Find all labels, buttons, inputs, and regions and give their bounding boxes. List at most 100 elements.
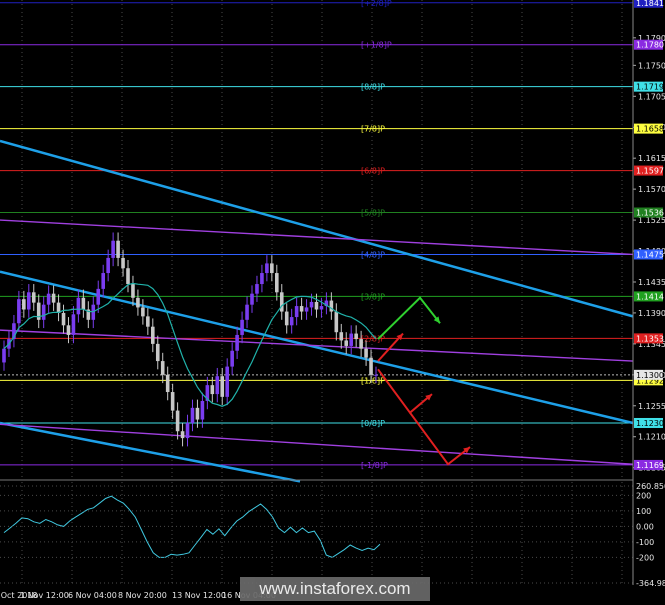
price-badge-text: 1.1841: [636, 0, 664, 8]
candle-body: [22, 299, 26, 310]
murray-level-label: [5/8]P: [361, 209, 385, 218]
oscillator-axis: 260.8502200 100 0.00 -100 -200 -364.982: [0, 482, 665, 588]
candle-body: [131, 284, 135, 298]
candle-body: [146, 316, 150, 327]
candle-body: [210, 385, 215, 395]
candle-body: [255, 284, 259, 294]
price-tick-label: 1.1705: [638, 92, 665, 101]
price-badge-text: 1.1597: [636, 167, 664, 176]
price-badge-text: 1.1353: [636, 334, 664, 343]
candle-body: [126, 268, 130, 285]
candle-body: [51, 293, 56, 303]
candle-body: [190, 407, 195, 423]
trend-line: [0, 421, 301, 483]
candle-body: [195, 407, 200, 420]
candle-body: [235, 334, 239, 351]
chart-canvas: [+2/8]P [+1/8]P [8/8]P [7/8]P [6/8]P [5/8]P [4…: [0, 0, 665, 600]
candle-body: [165, 374, 170, 393]
trend-line: [0, 329, 634, 362]
time-tick-label: 6 Nov 04:00: [68, 591, 117, 600]
murray-level-label: [+1/8]P: [361, 41, 392, 50]
candle-body: [299, 306, 304, 312]
candle-body: [334, 311, 339, 333]
forecast-arrow-path: [377, 368, 433, 415]
candle-body: [294, 306, 299, 318]
price-tick-label: 1.1255: [638, 402, 665, 411]
price-badge-text: 1.1169: [636, 461, 664, 470]
oscillator-tick-label: -100: [636, 538, 654, 547]
trend-line: [0, 219, 634, 256]
candle-body: [200, 400, 205, 420]
oscillator-tick-label: 0.00: [636, 522, 654, 531]
candle-body: [215, 376, 220, 395]
murray-level-label: [3/8]P: [361, 292, 385, 301]
candle-body: [319, 306, 324, 310]
price-panel: [+2/8]P [+1/8]P [8/8]P [7/8]P [6/8]P [5/8]P [4…: [0, 0, 665, 483]
candle-body: [2, 348, 6, 363]
trend-line: [0, 139, 634, 318]
candle-body: [27, 292, 31, 310]
candle-body: [61, 312, 66, 326]
current-price-text: 1.1300: [636, 371, 664, 380]
candle-body: [136, 297, 140, 308]
murray-level-label: [1/8]P: [361, 376, 385, 385]
trend-line: [0, 423, 634, 465]
price-badge-text: 1.1475: [636, 250, 664, 259]
candle-body: [314, 301, 319, 310]
price-tick-label: 1.1435: [638, 278, 665, 287]
candle-body: [354, 333, 358, 340]
time-tick-label: 8 Nov 20:00: [118, 591, 167, 600]
candle-body: [31, 292, 36, 303]
candle-body: [275, 273, 279, 293]
candle-body: [71, 314, 76, 335]
candle-body: [175, 410, 180, 432]
candle-body: [245, 304, 249, 320]
candle-body: [81, 297, 86, 310]
candle-body: [349, 333, 353, 346]
candle-body: [151, 326, 155, 344]
price-badge-text: 1.1780: [636, 41, 664, 50]
candle-body: [180, 431, 185, 439]
candle-body: [304, 307, 309, 312]
candle-body: [369, 357, 373, 375]
time-tick-label: 13 Nov 12:00: [172, 591, 226, 600]
candle-body: [250, 293, 254, 305]
moving-average-line: [3, 282, 377, 407]
candle-body: [265, 263, 269, 274]
candle-body: [185, 422, 190, 439]
candle-body: [225, 366, 229, 397]
price-badge-text: 1.1414: [636, 292, 664, 301]
price-badge-text: 1.1536: [636, 209, 664, 218]
candle-body: [111, 240, 115, 258]
forecast-arrow-path: [409, 412, 471, 466]
oscillator-tick-label: -200: [636, 553, 654, 562]
murray-level-label: [6/8]P: [361, 167, 385, 176]
candle-body: [141, 307, 145, 317]
candle-body: [96, 288, 101, 305]
candle-body: [284, 311, 289, 326]
price-tick-label: 1.1750: [638, 61, 665, 70]
oscillator-panel: 260.8502200 100 0.00 -100 -200 -364.982: [0, 479, 665, 588]
candle-body: [260, 273, 264, 285]
time-axis: 30 Oct 20181 Nov 12:006 Nov 04:008 Nov 2…: [0, 591, 276, 600]
watermark-banner: www.instaforex.com: [240, 577, 430, 601]
candle-body: [374, 374, 378, 376]
candle-body: [364, 348, 368, 358]
price-tick-label: 1.1390: [638, 309, 665, 318]
candle-body: [279, 292, 284, 312]
forecast-arrow-path: [377, 296, 441, 340]
candle-body: [160, 361, 165, 375]
candle-body: [289, 317, 294, 326]
candle-body: [46, 293, 51, 305]
murray-level-label: [4/8]P: [361, 250, 385, 259]
candle-body: [339, 332, 344, 341]
price-tick-label: 1.1615: [638, 154, 665, 163]
price-badge-text: 1.1230: [636, 419, 664, 428]
vertical-grid: [21, 0, 623, 478]
candle-body: [344, 340, 349, 346]
price-badge-text: 1.1658: [636, 125, 664, 134]
oscillator-tick-label: 260.8502: [636, 482, 665, 491]
time-tick-label: 1 Nov 12:00: [20, 591, 69, 600]
candle-body: [230, 350, 234, 367]
candle-body: [76, 297, 81, 315]
